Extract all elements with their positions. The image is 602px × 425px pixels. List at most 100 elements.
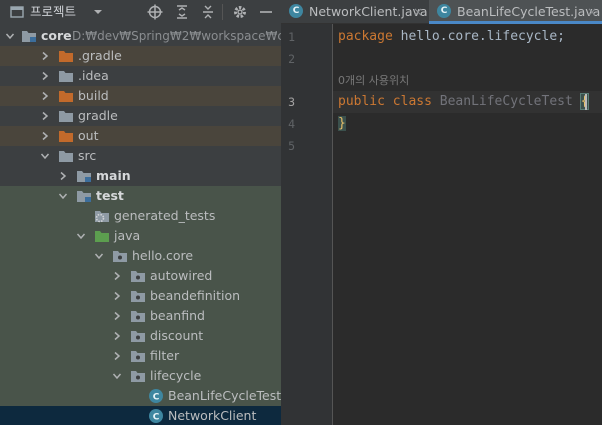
chevron-down-icon[interactable] [38,149,52,163]
folder-icon [58,148,74,164]
module-folder-icon [21,28,37,44]
class-icon: C [289,4,303,18]
usage-hint[interactable]: 0개의 사용위치 [338,73,409,89]
folder-icon [58,68,74,84]
chevron-right-icon[interactable] [38,109,52,123]
tree-item-out[interactable]: out [0,126,281,146]
chevron-right-icon[interactable] [110,329,124,343]
tree-item-generated-tests[interactable]: generated_tests [0,206,281,226]
tree-item-label: beanfind [150,308,205,323]
tree-item-src[interactable]: src [0,146,281,166]
tree-item-java[interactable]: java [0,226,281,246]
line-number: 1 [288,30,295,44]
line-number: 2 [288,52,295,66]
tree-item-gradle[interactable]: gradle [0,106,281,126]
tree-item-beanfind[interactable]: beanfind [0,306,281,326]
tree-item-discount[interactable]: discount [0,326,281,346]
tree-item-label: src [78,148,97,163]
tree-item-label: core [41,28,72,43]
module-path: D:₩dev₩Spring₩2₩workspace₩core [72,29,281,43]
chevron-right-icon[interactable] [38,129,52,143]
code-line-4[interactable]: } [338,113,346,135]
expand-all-icon[interactable] [173,3,191,21]
chevron-right-icon[interactable] [38,89,52,103]
tree-item-test[interactable]: test [0,186,281,206]
tree-item-beandefinition[interactable]: beandefinition [0,286,281,306]
chevron-right-icon[interactable] [110,289,124,303]
chevron-down-icon[interactable] [74,229,88,243]
chevron-right-icon[interactable] [56,169,70,183]
package-keyword: package [338,29,393,44]
package-icon [130,268,146,284]
tree-item-label: beandefinition [150,288,241,303]
line-number: 3 [288,95,295,109]
class-name: BeanLifeCycleTest [439,94,573,109]
package-icon [130,308,146,324]
minimize-icon[interactable] [257,3,275,21]
class-keyword: class [392,94,432,109]
class-icon: C [148,408,164,424]
chevron-down-icon[interactable] [56,189,70,203]
tab-label: BeanLifeCycleTest.java [457,4,601,19]
folder-icon [58,108,74,124]
tree-item-label: .gradle [78,48,122,63]
code-line-3[interactable]: public class BeanLifeCycleTest { [338,91,590,113]
gear-icon[interactable] [231,3,249,21]
close-icon[interactable]: × [413,0,423,24]
chevron-down-icon[interactable] [110,369,124,383]
locate-icon[interactable] [146,3,164,21]
tree-item-core[interactable]: core D:₩dev₩Spring₩2₩workspace₩core [0,26,281,46]
chevron-right-icon[interactable] [38,49,52,63]
dropdown-caret-icon[interactable] [89,3,107,21]
chevron-right-icon[interactable] [110,269,124,283]
tree-item-label: NetworkClient [168,408,257,423]
collapse-all-icon[interactable] [199,3,217,21]
package-icon [130,288,146,304]
code-line-1[interactable]: package hello.core.lifecycle; [338,26,565,48]
tree-item-label: java [114,228,141,243]
package-icon [130,328,146,344]
chevron-down-icon[interactable] [3,29,17,43]
excluded-folder-icon [58,48,74,64]
tree-item-label: lifecycle [150,368,202,383]
tree-item-autowired[interactable]: autowired [0,266,281,286]
package-name: hello.core.lifecycle; [392,29,565,44]
tab-network-client[interactable]: C NetworkClient.java × [281,0,428,24]
tree-item-lifecycle[interactable]: lifecycle [0,366,281,386]
tree-item-label: out [78,128,99,143]
tree-item-idea[interactable]: .idea [0,66,281,86]
tree-item-gradle[interactable]: .gradle [0,46,281,66]
line-number-gutter[interactable]: 1 2 3 4 5 [281,24,333,425]
editor-tabs: C NetworkClient.java × C BeanLifeCycleTe… [281,0,602,24]
generated-sources-icon [94,208,110,224]
tab-bean-life-cycle-test[interactable]: C BeanLifeCycleTest.java × [429,0,602,24]
project-toolbar: 프로젝트 [0,0,281,24]
project-panel-title[interactable]: 프로젝트 [30,3,76,21]
close-icon[interactable]: × [587,0,597,24]
chevron-right-icon[interactable] [110,309,124,323]
package-icon [112,248,128,264]
tree-item-label: main [96,168,131,183]
package-icon [130,368,146,384]
line-number: 4 [288,117,295,131]
tree-item-filter[interactable]: filter [0,346,281,366]
tree-item-label: autowired [150,268,213,283]
tree-item-beanlifecycletest[interactable]: C BeanLifeCycleTest [0,386,281,406]
close-brace: } [338,116,346,131]
tree-item-networkclient[interactable]: C NetworkClient [0,406,281,425]
tree-item-build[interactable]: build [0,86,281,106]
tree-item-hello-core[interactable]: hello.core [0,246,281,266]
tree-item-label: discount [150,328,204,343]
tree-item-label: hello.core [132,248,194,263]
excluded-folder-icon [58,128,74,144]
tree-item-main[interactable]: main [0,166,281,186]
chevron-right-icon[interactable] [110,349,124,363]
chevron-right-icon[interactable] [38,69,52,83]
tree-item-label: build [78,88,109,103]
tree-item-label: generated_tests [114,208,216,223]
class-icon: C [437,4,451,18]
tab-label: NetworkClient.java [309,4,428,19]
project-view-icon[interactable] [8,3,26,21]
svg-text:C: C [153,413,160,423]
chevron-down-icon[interactable] [92,249,106,263]
